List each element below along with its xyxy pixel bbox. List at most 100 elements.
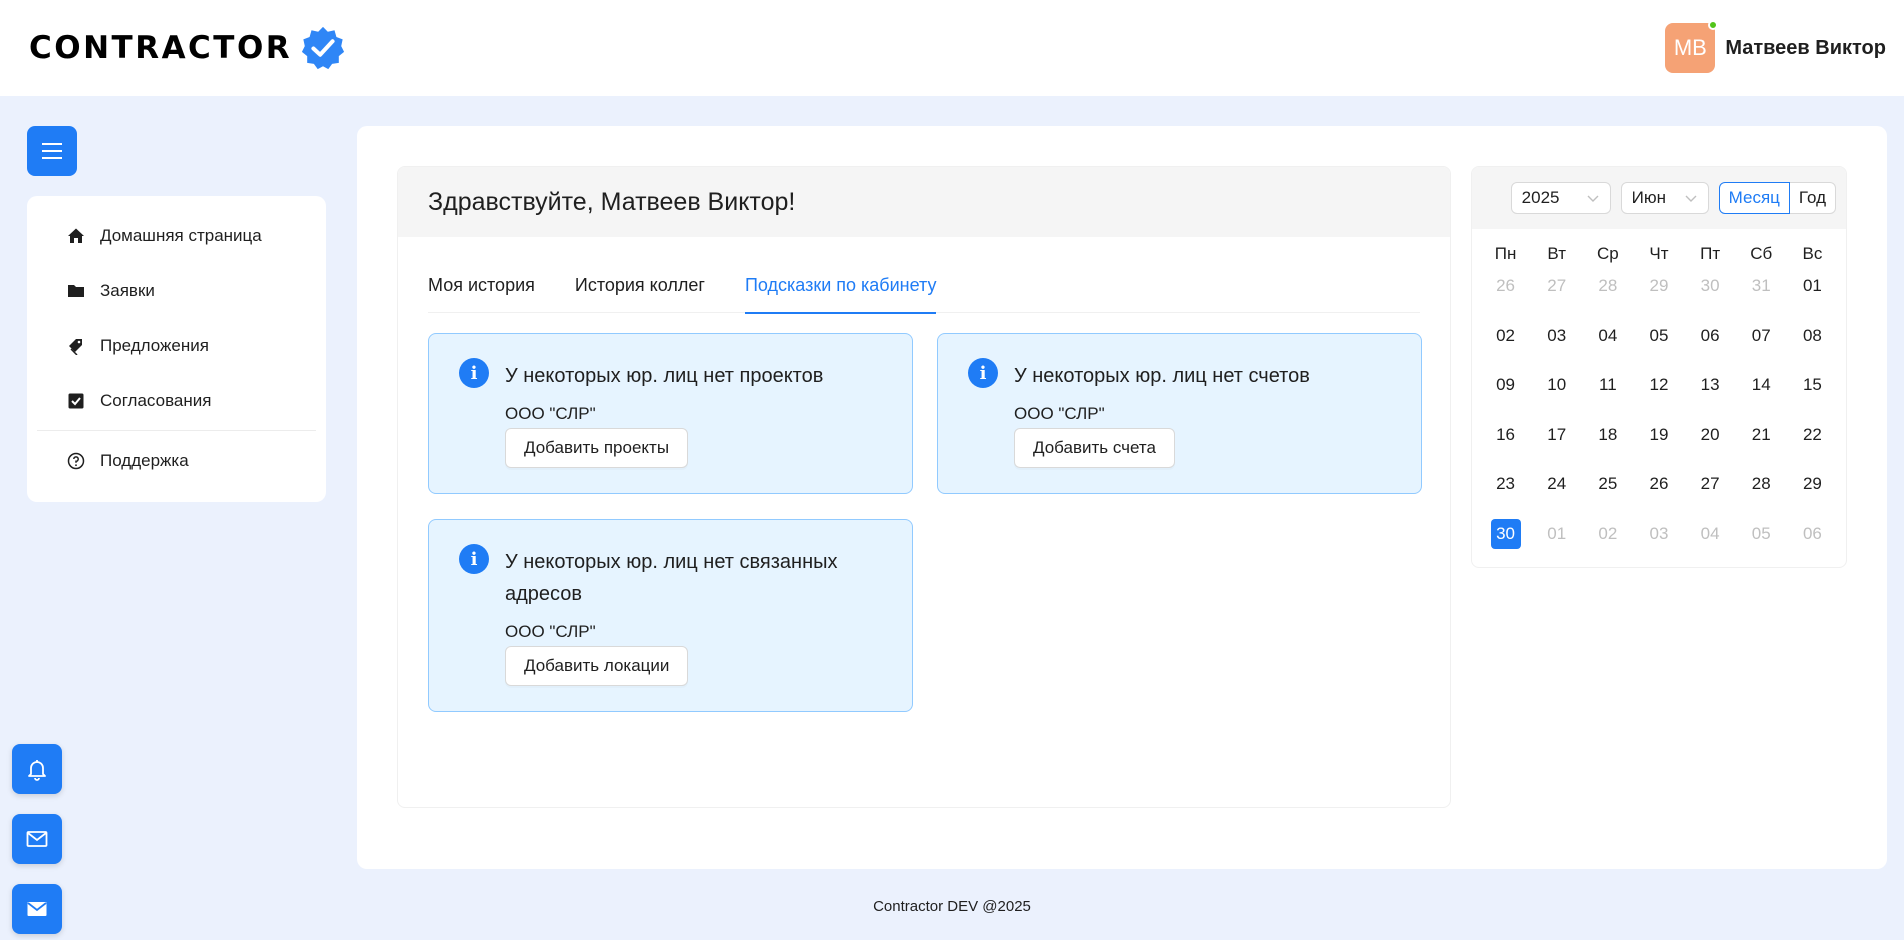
calendar-day-number: 29 bbox=[1649, 276, 1669, 295]
alert-company: ООО "СЛР" bbox=[505, 622, 596, 641]
calendar-day[interactable]: 04 bbox=[1685, 519, 1736, 568]
sidebar-item-home[interactable]: Домашняя страница bbox=[37, 208, 316, 263]
calendar-day[interactable]: 24 bbox=[1531, 469, 1582, 519]
sidebar-item-requests[interactable]: Заявки bbox=[37, 263, 316, 318]
calendar-day[interactable]: 04 bbox=[1582, 321, 1633, 371]
calendar-day-number: 15 bbox=[1802, 375, 1822, 394]
calendar-day[interactable]: 27 bbox=[1685, 469, 1736, 519]
tabs: Моя история История коллег Подсказки по … bbox=[428, 257, 1420, 314]
year-select[interactable]: 2025 bbox=[1510, 182, 1611, 214]
month-select[interactable]: Июн bbox=[1620, 182, 1709, 214]
notifications-button[interactable] bbox=[12, 744, 62, 794]
chevron-down-icon bbox=[1587, 195, 1599, 202]
mode-month-button[interactable]: Месяц bbox=[1718, 182, 1790, 214]
add-locations-button[interactable]: Добавить локации bbox=[505, 646, 689, 686]
calendar-day[interactable]: 31 bbox=[1736, 271, 1787, 321]
menu-toggle-button[interactable] bbox=[27, 126, 77, 176]
calendar-day[interactable]: 11 bbox=[1582, 370, 1633, 420]
calendar-day-number: 11 bbox=[1599, 375, 1617, 394]
calendar-day[interactable]: 26 bbox=[1480, 271, 1531, 321]
calendar: 2025 Июн Месяц Год Пн Вт Ср Чт Пт Сб Вс 26 27 28… bbox=[1471, 166, 1847, 568]
calendar-day-number: 30 bbox=[1700, 276, 1720, 295]
calendar-day[interactable]: 17 bbox=[1531, 420, 1582, 470]
mode-year-button[interactable]: Год bbox=[1789, 182, 1836, 214]
calendar-day[interactable]: 05 bbox=[1736, 519, 1787, 568]
calendar-day[interactable]: 06 bbox=[1685, 321, 1736, 371]
calendar-day[interactable]: 28 bbox=[1582, 271, 1633, 321]
calendar-day-number: 19 bbox=[1649, 424, 1669, 444]
calendar-day-number: 01 bbox=[1547, 523, 1567, 543]
menu-icon bbox=[42, 143, 62, 159]
tab-cabinet-tips[interactable]: Подсказки по кабинету bbox=[744, 257, 936, 314]
calendar-day-number: 17 bbox=[1547, 424, 1567, 444]
calendar-day-number: 04 bbox=[1598, 325, 1618, 345]
calendar-day[interactable]: 07 bbox=[1736, 321, 1787, 371]
calendar-day-number: 06 bbox=[1700, 325, 1720, 345]
calendar-day-number: 26 bbox=[1496, 276, 1516, 295]
calendar-day[interactable]: 09 bbox=[1480, 370, 1531, 420]
alert-title: У некоторых юр. лиц нет счетов bbox=[1014, 365, 1310, 387]
calendar-day[interactable]: 27 bbox=[1531, 271, 1582, 321]
calendar-day[interactable]: 29 bbox=[1787, 469, 1838, 519]
calendar-day[interactable]: 01 bbox=[1531, 519, 1582, 568]
user-profile[interactable]: МВ Матвеев Виктор bbox=[1665, 20, 1886, 73]
alert-company: ООО "СЛР" bbox=[1014, 404, 1105, 423]
calendar-day[interactable]: 02 bbox=[1480, 321, 1531, 371]
sidebar-item-label: Домашняя страница bbox=[100, 225, 262, 245]
question-circle-icon bbox=[67, 452, 85, 469]
calendar-day[interactable]: 08 bbox=[1787, 321, 1838, 371]
tab-my-history[interactable]: Моя история bbox=[428, 257, 535, 313]
calendar-day[interactable]: 15 bbox=[1787, 370, 1838, 420]
sidebar-item-offers[interactable]: Предложения bbox=[37, 318, 316, 373]
home-icon bbox=[68, 228, 84, 243]
calendar-day[interactable]: 22 bbox=[1787, 420, 1838, 470]
bell-icon bbox=[28, 760, 46, 781]
sidebar-item-approvals[interactable]: Согласования bbox=[37, 373, 316, 428]
info-icon: i bbox=[459, 544, 489, 574]
alert-no-projects: i У некоторых юр. лиц нет проектов ООО "… bbox=[428, 333, 913, 494]
calendar-day[interactable]: 14 bbox=[1736, 370, 1787, 420]
user-name: Матвеев Виктор bbox=[1725, 36, 1886, 59]
alert-title: У некоторых юр. лиц нет связанных адресо… bbox=[505, 551, 838, 605]
calendar-day[interactable]: 01 bbox=[1787, 271, 1838, 321]
add-accounts-button[interactable]: Добавить счета bbox=[1014, 428, 1175, 468]
calendar-day[interactable]: 12 bbox=[1633, 370, 1684, 420]
calendar-day[interactable]: 13 bbox=[1685, 370, 1736, 420]
weekday-label: Вс bbox=[1802, 244, 1823, 263]
calendar-day[interactable]: 06 bbox=[1787, 519, 1838, 568]
day-grid: 26 27 28 29 30 31 01 02 03 04 05 06 07 08 09 10 11 12 13 14… bbox=[1480, 271, 1838, 568]
calendar-day[interactable]: 29 bbox=[1633, 271, 1684, 321]
sidebar-item-label: Поддержка bbox=[100, 450, 189, 470]
calendar-day[interactable]: 30 bbox=[1685, 271, 1736, 321]
calendar-day[interactable]: 21 bbox=[1736, 420, 1787, 470]
calendar-day[interactable]: 18 bbox=[1582, 420, 1633, 470]
mail-icon bbox=[26, 831, 48, 847]
messages-button[interactable] bbox=[12, 814, 62, 864]
calendar-day-number: 23 bbox=[1496, 474, 1516, 493]
calendar-day[interactable]: 26 bbox=[1633, 469, 1684, 519]
weekday-label: Сб bbox=[1750, 244, 1773, 263]
calendar-day[interactable]: 10 bbox=[1531, 370, 1582, 420]
calendar-day[interactable]: 28 bbox=[1736, 469, 1787, 519]
add-projects-button[interactable]: Добавить проекты bbox=[505, 428, 689, 468]
tab-colleagues-history[interactable]: История коллег bbox=[575, 257, 705, 313]
avatar[interactable]: МВ bbox=[1665, 20, 1719, 73]
calendar-day[interactable]: 19 bbox=[1633, 420, 1684, 470]
calendar-day-selected[interactable]: 30 bbox=[1480, 518, 1531, 568]
calendar-day[interactable]: 20 bbox=[1685, 420, 1736, 470]
logo-text: CONTRACTOR bbox=[29, 30, 293, 66]
calendar-day[interactable]: 23 bbox=[1480, 469, 1531, 519]
calendar-day[interactable]: 03 bbox=[1531, 321, 1582, 371]
calendar-day[interactable]: 25 bbox=[1582, 469, 1633, 519]
logo[interactable]: CONTRACTOR bbox=[29, 25, 346, 71]
calendar-day[interactable]: 16 bbox=[1480, 420, 1531, 470]
verified-badge-icon bbox=[302, 26, 345, 70]
calendar-day-number: 20 bbox=[1700, 424, 1720, 444]
calendar-day-number: 16 bbox=[1496, 424, 1516, 444]
calendar-day[interactable]: 03 bbox=[1633, 519, 1684, 568]
sidebar-item-support[interactable]: Поддержка bbox=[37, 433, 316, 488]
calendar-day[interactable]: 02 bbox=[1582, 519, 1633, 568]
check-square-icon bbox=[68, 393, 84, 408]
weekday-label: Ср bbox=[1596, 244, 1619, 263]
calendar-day[interactable]: 05 bbox=[1633, 321, 1684, 371]
